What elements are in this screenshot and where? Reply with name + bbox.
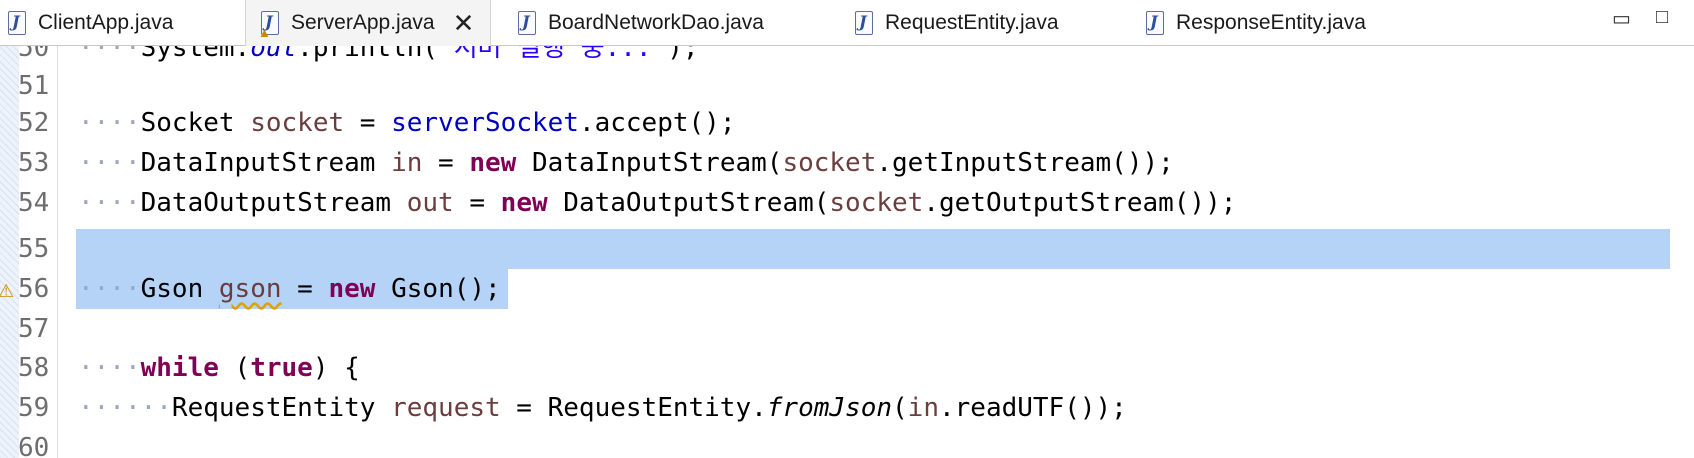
tab-label: BoardNetworkDao.java [548,11,764,34]
code-line: 53 ····DataInputStream in = new DataInpu… [0,143,1694,183]
code-line: 54 ····DataOutputStream out = new DataOu… [0,183,1694,223]
line-number: 57 [18,314,50,344]
line-number: 54 [18,188,50,218]
editor-tab-bar: ClientApp.java ▲ ServerApp.java ✕ BoardN… [0,0,1694,46]
code-editor[interactable]: 50 ····System.out.println("서버 실행 중...");… [0,46,1694,458]
warning-marker-icon[interactable]: ⚠ [0,281,14,302]
code-line: 55 [0,229,1694,269]
line-number: 56 [18,274,50,304]
java-file-icon [1146,11,1164,35]
code-text: ····Gson gson = new Gson(); [78,274,501,304]
line-number: 55 [18,234,50,264]
tab-label: ClientApp.java [38,11,174,34]
close-tab-icon[interactable]: ✕ [453,10,475,36]
code-line: 51 [0,66,1694,106]
code-text: ····DataOutputStream out = new DataOutpu… [78,188,1237,218]
tab-requestentity[interactable]: RequestEntity.java [855,0,1059,46]
line-number: 59 [18,393,50,423]
code-line: 57 [0,309,1694,349]
code-text: ······RequestEntity request = RequestEnt… [78,393,1127,423]
code-line: 60 [0,428,1694,458]
line-number: 53 [18,148,50,178]
tab-boardnetworkdao[interactable]: BoardNetworkDao.java [518,0,764,46]
code-line: 59 ······RequestEntity request = Request… [0,388,1694,428]
code-line: ⚠ 56 ····Gson gson = new Gson(); [0,269,1694,309]
tab-label: RequestEntity.java [885,11,1059,34]
java-file-icon [518,11,536,35]
unused-variable-warning: gson [218,274,282,304]
tab-serverapp[interactable]: ▲ ServerApp.java ✕ [245,0,492,46]
minimize-icon[interactable]: ▭ [1612,6,1631,31]
line-number: 50 [18,46,50,63]
line-number: 58 [18,353,50,383]
code-line: 58 ····while (true) { [0,348,1694,388]
maximize-icon[interactable]: □ [1656,6,1668,29]
java-file-icon [855,11,873,35]
tab-clientapp[interactable]: ClientApp.java [8,0,173,46]
code-line: 52 ····Socket socket = serverSocket.acce… [0,103,1694,143]
line-number: 60 [18,433,50,458]
code-text: ····DataInputStream in = new DataInputSt… [78,148,1174,178]
code-text: ····Socket socket = serverSocket.accept(… [78,108,736,138]
java-file-warning-icon: ▲ [258,11,279,40]
code-text: ····while (true) { [78,353,360,383]
code-line: 50 ····System.out.println("서버 실행 중..."); [0,46,1694,68]
line-number: 52 [18,108,50,138]
tab-responseentity[interactable]: ResponseEntity.java [1146,0,1366,46]
code-text: ····System.out.println("서버 실행 중..."); [78,46,699,63]
line-number: 51 [18,71,50,101]
tab-label: ResponseEntity.java [1176,11,1366,34]
tab-label: ServerApp.java [291,11,435,34]
java-file-icon [8,11,26,35]
